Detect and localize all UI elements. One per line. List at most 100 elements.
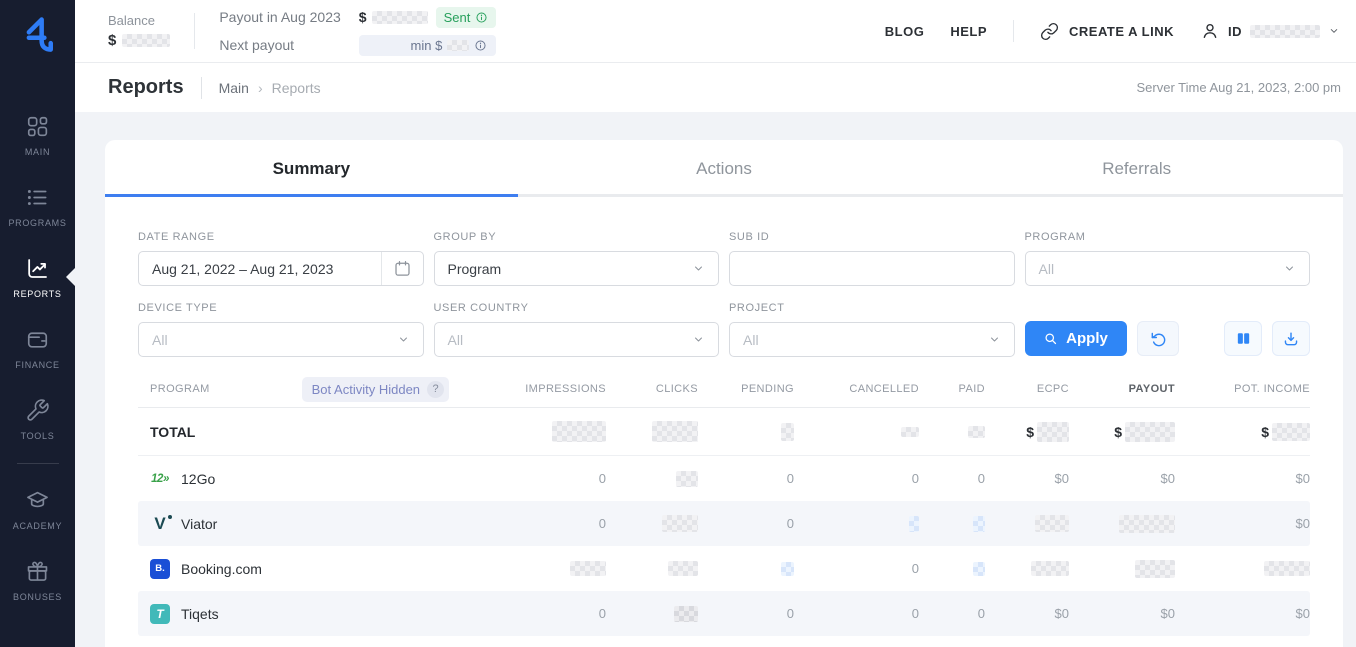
filter-user-country-value: All bbox=[435, 332, 693, 348]
academy-icon bbox=[25, 488, 50, 513]
program-cell: TOTAL bbox=[138, 424, 496, 440]
info-icon[interactable] bbox=[474, 39, 487, 52]
columns-button[interactable] bbox=[1224, 321, 1262, 356]
redacted-value bbox=[1119, 515, 1175, 533]
table-row-total: TOTAL$$$ bbox=[138, 408, 1310, 456]
column-header-program: PROGRAMBot Activity Hidden? bbox=[138, 377, 496, 402]
filter-program-value: All bbox=[1026, 261, 1284, 277]
filter-program-field[interactable]: All bbox=[1025, 251, 1311, 286]
redacted-value bbox=[552, 421, 606, 442]
calendar-icon bbox=[393, 259, 412, 278]
travelpayouts-logo[interactable] bbox=[16, 12, 60, 58]
redacted-value bbox=[676, 471, 698, 487]
filter-sub-id: SUB ID bbox=[729, 231, 1015, 286]
cell-value: $0 bbox=[1296, 516, 1310, 531]
balance-label: Balance bbox=[108, 13, 170, 28]
tab-summary[interactable]: Summary bbox=[105, 140, 518, 197]
sidebar-item-label: PROGRAMS bbox=[8, 218, 66, 228]
chevron-down-icon bbox=[988, 333, 1001, 346]
cell-value: $0 bbox=[1161, 606, 1175, 621]
sent-badge-label: Sent bbox=[444, 10, 471, 25]
tab-actions[interactable]: Actions bbox=[518, 140, 931, 197]
cell-value: 0 bbox=[912, 471, 919, 486]
sidebar-item-finance[interactable]: FINANCE bbox=[0, 315, 75, 381]
export-button[interactable] bbox=[1272, 321, 1310, 356]
cell-value: $0 bbox=[1296, 606, 1310, 621]
cell-value: $0 bbox=[1055, 471, 1069, 486]
sidebar-item-bonuses[interactable]: BONUSES bbox=[0, 547, 75, 613]
redacted-value bbox=[652, 421, 698, 442]
breadcrumb-current: Reports bbox=[272, 80, 321, 96]
table-row-tiqets: TTiqets0000$0$0$0 bbox=[138, 591, 1310, 636]
blog-link[interactable]: BLOG bbox=[885, 24, 925, 39]
filter-project: PROJECTAll bbox=[729, 302, 1015, 357]
sidebar-item-tools[interactable]: TOOLS bbox=[0, 386, 75, 452]
payout-amount: $ bbox=[359, 9, 428, 25]
cell-value: 0 bbox=[599, 606, 606, 621]
value-cell: 0 bbox=[919, 471, 985, 486]
filter-group-by-field[interactable]: Program bbox=[434, 251, 720, 286]
chevron-wrap bbox=[988, 333, 1014, 346]
bonuses-icon bbox=[25, 559, 50, 584]
redacted-value bbox=[1264, 561, 1310, 576]
value-cell: 0 bbox=[698, 471, 794, 486]
account-id-label: ID bbox=[1228, 24, 1242, 39]
filters: DATE RANGEAug 21, 2022 – Aug 21, 2023GRO… bbox=[105, 197, 1343, 357]
viator-logo: V bbox=[150, 514, 170, 534]
cell-value: 0 bbox=[787, 471, 794, 486]
filter-row-1: DATE RANGEAug 21, 2022 – Aug 21, 2023GRO… bbox=[138, 231, 1310, 286]
filter-sub-id-field[interactable] bbox=[729, 251, 1015, 286]
cell-value: 0 bbox=[599, 516, 606, 531]
sidebar-item-programs[interactable]: PROGRAMS bbox=[0, 173, 75, 239]
sidebar-item-label: MAIN bbox=[25, 147, 50, 157]
account-menu[interactable]: ID bbox=[1200, 21, 1340, 41]
program-name: Tiqets bbox=[181, 606, 219, 622]
value-cell: $0 bbox=[985, 606, 1069, 621]
column-header-clicks: CLICKS bbox=[606, 383, 698, 395]
value-cell: $0 bbox=[1069, 606, 1175, 621]
value-cell bbox=[1175, 561, 1310, 576]
help-question-icon[interactable]: ? bbox=[427, 381, 444, 398]
help-link[interactable]: HELP bbox=[950, 24, 987, 39]
value-cell: $0 bbox=[1069, 471, 1175, 486]
filter-sub-id-input[interactable] bbox=[730, 252, 1014, 285]
breadcrumb-main[interactable]: Main bbox=[219, 80, 249, 96]
create-link-button[interactable]: CREATE A LINK bbox=[1040, 22, 1174, 41]
info-icon[interactable] bbox=[475, 11, 488, 24]
filter-label: SUB ID bbox=[729, 231, 1015, 243]
filter-date-range-field[interactable]: Aug 21, 2022 – Aug 21, 2023 bbox=[138, 251, 424, 286]
apply-button[interactable]: Apply bbox=[1025, 321, 1127, 356]
currency-symbol: $ bbox=[1114, 424, 1122, 440]
redacted-balance bbox=[122, 34, 170, 47]
sidebar-item-reports[interactable]: REPORTS bbox=[0, 244, 75, 310]
currency-symbol: $ bbox=[1026, 424, 1034, 440]
tab-referrals[interactable]: Referrals bbox=[930, 140, 1343, 197]
filter-device-type: DEVICE TYPEAll bbox=[138, 302, 424, 357]
chevron-wrap bbox=[1283, 262, 1309, 275]
program-name: 12Go bbox=[181, 471, 215, 487]
value-cell: 0 bbox=[919, 606, 985, 621]
sidebar-item-academy[interactable]: ACADEMY bbox=[0, 476, 75, 542]
program-cell: VViator bbox=[138, 514, 496, 534]
redacted-value bbox=[781, 562, 794, 576]
redacted-value bbox=[973, 516, 985, 532]
filter-device-type-field[interactable]: All bbox=[138, 322, 424, 357]
value-cell bbox=[606, 471, 698, 487]
filter-date-range-value: Aug 21, 2022 – Aug 21, 2023 bbox=[139, 261, 381, 277]
table-header: PROGRAMBot Activity Hidden?IMPRESSIONSCL… bbox=[138, 371, 1310, 408]
reset-filters-button[interactable] bbox=[1137, 321, 1179, 356]
redacted-value bbox=[674, 606, 698, 622]
program-cell: B.Booking.com bbox=[138, 559, 496, 579]
filter-user-country: USER COUNTRYAll bbox=[434, 302, 720, 357]
topnav: BLOG HELP CREATE A LINK ID bbox=[885, 20, 1340, 42]
calendar-button[interactable] bbox=[381, 252, 423, 285]
download-icon bbox=[1282, 330, 1300, 348]
filter-user-country-field[interactable]: All bbox=[434, 322, 720, 357]
content-area: SummaryActionsReferrals DATE RANGEAug 21… bbox=[75, 112, 1356, 647]
booking-logo: B. bbox=[150, 559, 170, 579]
filter-project-field[interactable]: All bbox=[729, 322, 1015, 357]
sidebar-item-main[interactable]: MAIN bbox=[0, 102, 75, 168]
value-cell: 0 bbox=[698, 516, 794, 531]
cell-value: 0 bbox=[978, 606, 985, 621]
value-cell bbox=[496, 561, 606, 576]
